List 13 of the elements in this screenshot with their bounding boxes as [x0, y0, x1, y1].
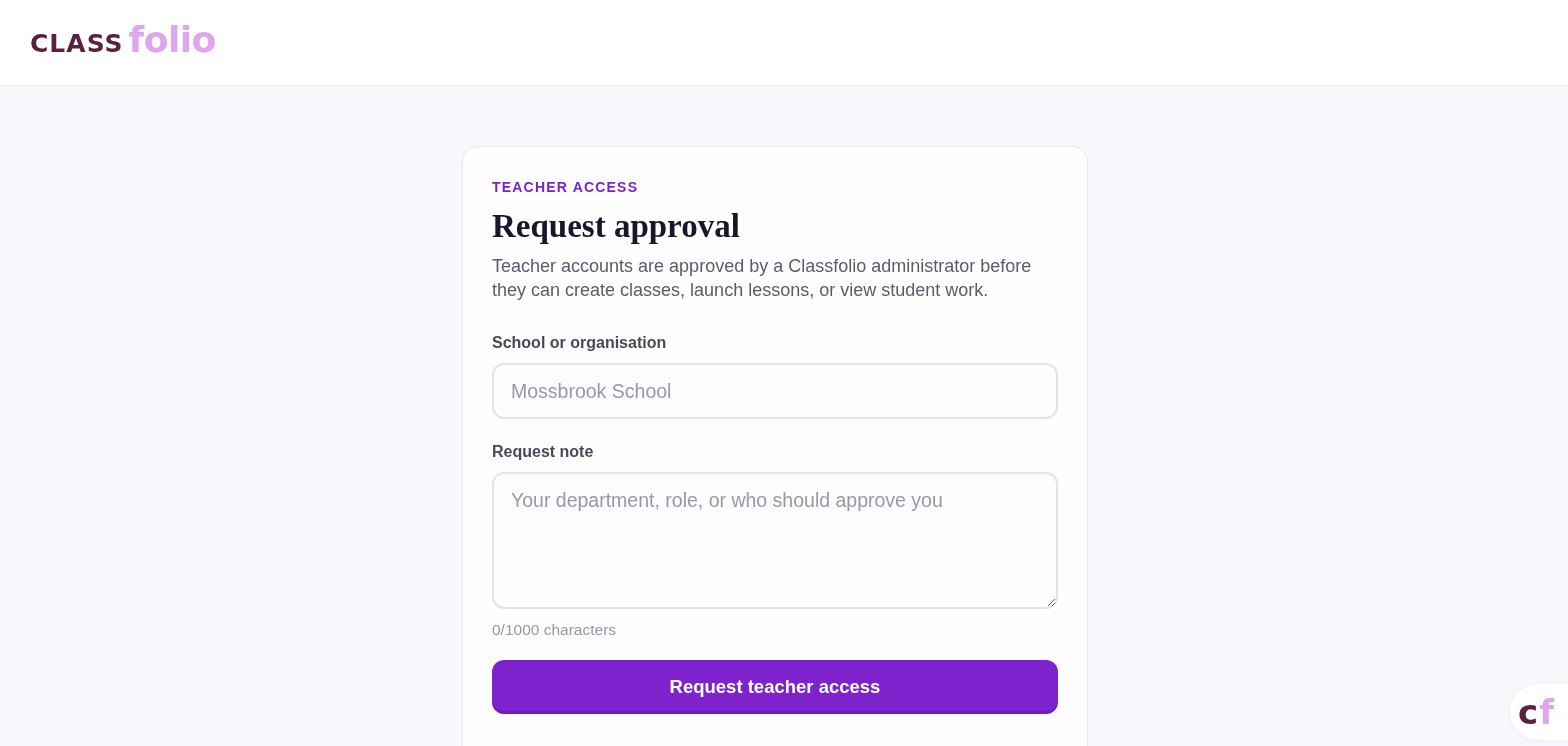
badge-letter: c	[1518, 695, 1539, 729]
eyebrow-text: TEACHER ACCESS	[492, 178, 639, 196]
logo-badge[interactable]: cf	[1510, 684, 1568, 740]
request-access-button[interactable]: Request teacher access	[492, 660, 1058, 714]
card-title: Request approval	[492, 207, 740, 245]
field-label: Request note	[492, 442, 594, 462]
character-counter: 0/1000 characters	[492, 621, 617, 639]
field-label: School or organisation	[492, 333, 667, 353]
badge-letter: f	[1539, 695, 1554, 729]
card-description: Teacher accounts are approved by a Classfolio administrator before they can create classes, launch lessons, or view student work.	[492, 255, 1033, 302]
school-input-field[interactable]: Mossbrook School	[492, 363, 1058, 419]
note-textarea-field[interactable]: Your department, role, or who should approve you	[492, 472, 1058, 609]
logo-text[interactable]: CLASS	[30, 30, 124, 56]
